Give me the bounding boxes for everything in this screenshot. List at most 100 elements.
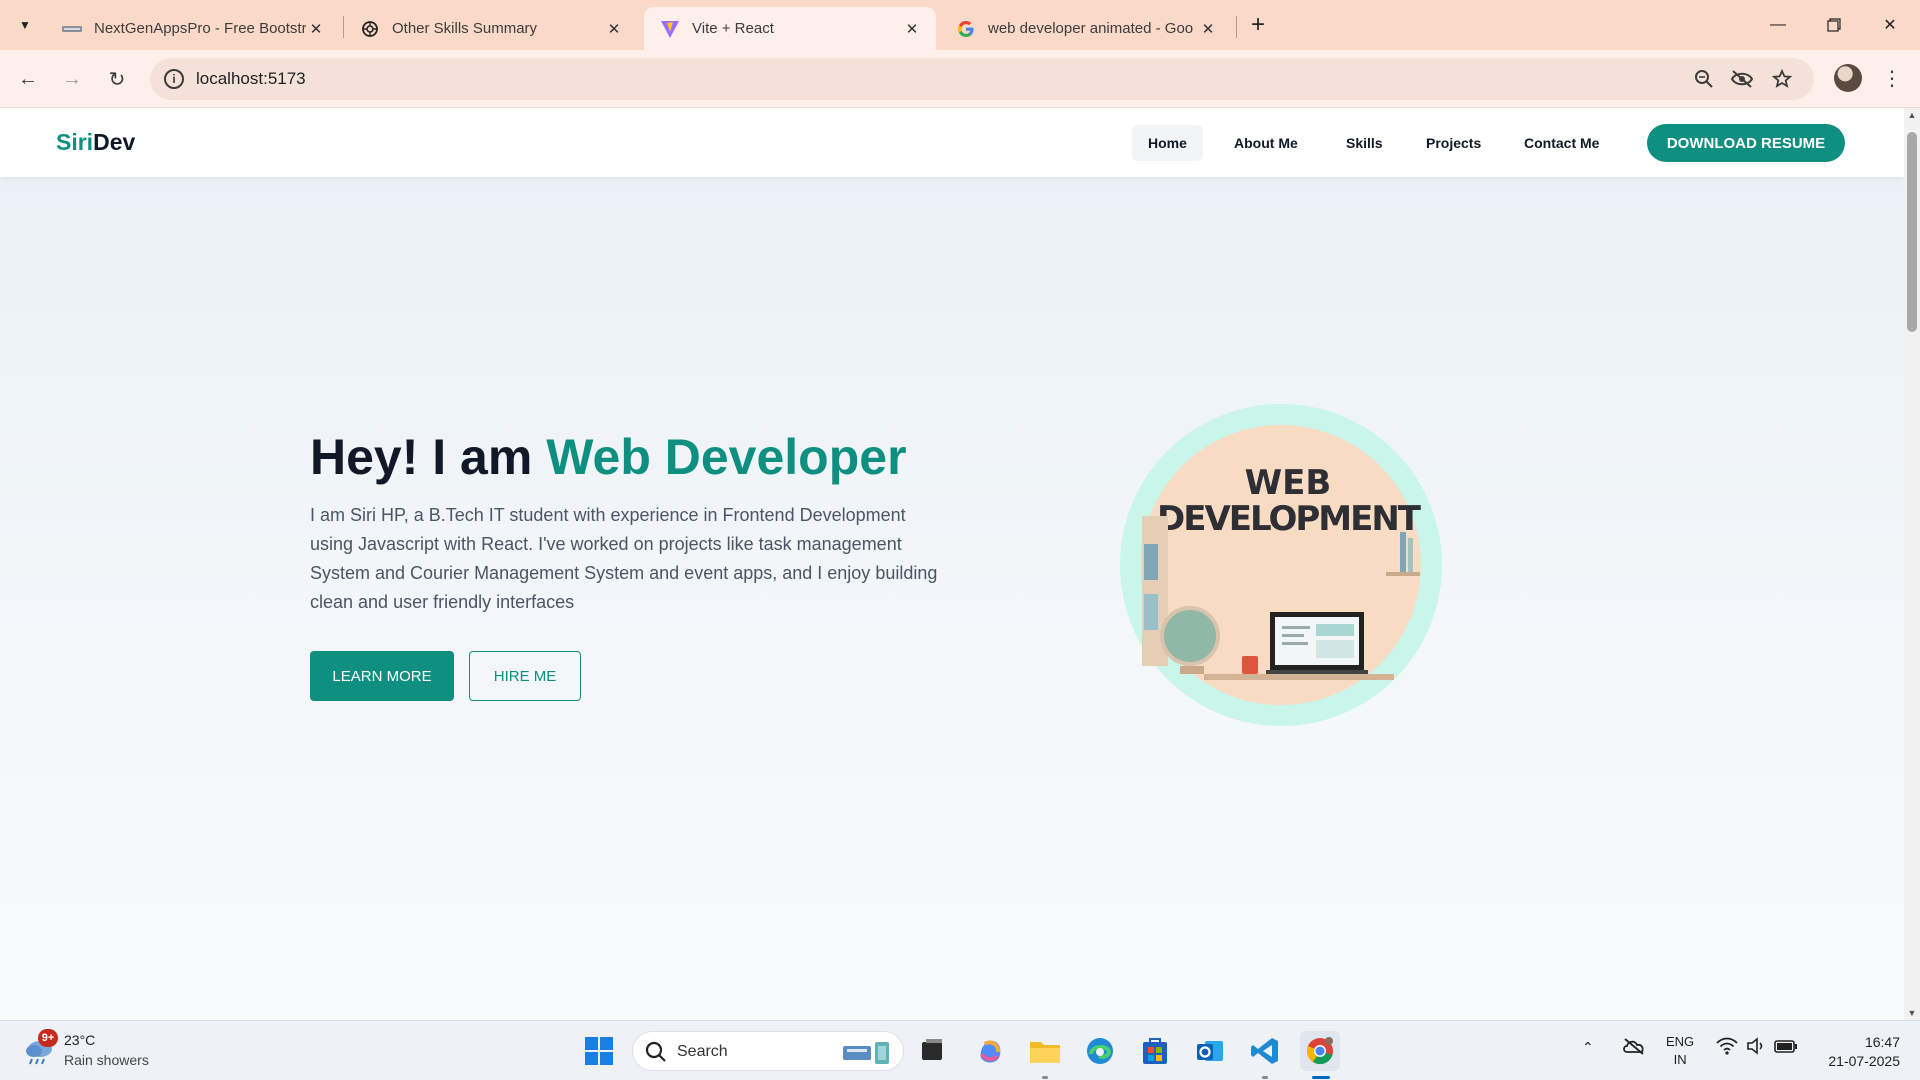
running-indicator (1042, 1076, 1048, 1079)
battery-button[interactable] (1774, 1037, 1798, 1058)
region-code: IN (1673, 1052, 1687, 1067)
learn-more-button[interactable]: LEARN MORE (310, 651, 454, 701)
browser-tab-bar: ▼ NextGenAppsPro - Free Bootstr ✕ Other … (0, 0, 1920, 50)
minimize-button[interactable]: — (1750, 0, 1806, 50)
illustration-text-development: DEVELOPMENT (1157, 499, 1422, 539)
hero-title-accent: Web Developer (546, 429, 907, 485)
nav-home[interactable]: Home (1132, 125, 1203, 161)
minimize-icon: — (1770, 16, 1786, 33)
download-resume-button[interactable]: DOWNLOAD RESUME (1647, 124, 1845, 162)
book (1144, 544, 1158, 580)
windows-logo-icon (585, 1037, 613, 1065)
more-vertical-icon: ⋮ (1882, 67, 1902, 90)
book (1144, 594, 1158, 630)
browser-tab-vite-react[interactable]: Vite + React ✕ (644, 7, 936, 50)
taskbar-search-box[interactable]: Search (632, 1031, 904, 1071)
battery-charging-icon (1774, 1040, 1797, 1053)
search-label: Search (677, 1043, 728, 1060)
wifi-button[interactable] (1716, 1037, 1738, 1058)
nav-contact-me[interactable]: Contact Me (1508, 125, 1615, 161)
illustration-text-web: WEB (1245, 463, 1332, 503)
tab-search-button[interactable]: ▼ (10, 10, 40, 40)
copilot-icon (980, 1040, 1001, 1063)
close-tab-icon[interactable]: ✕ (1198, 19, 1218, 39)
browser-toolbar: ← → ↻ i localhost:5173 ⋮ (0, 50, 1920, 108)
chevron-up-icon: ⌃ (1582, 1039, 1594, 1055)
site-logo[interactable]: SiriDev (56, 129, 135, 156)
scroll-up-icon[interactable]: ▲ (1907, 110, 1917, 120)
windows-taskbar: 9+ 23°C Rain showers Search ⌃ ENG IN 16:… (0, 1020, 1920, 1080)
forward-button[interactable]: → (56, 63, 88, 95)
volume-button[interactable] (1746, 1037, 1766, 1058)
cloud-off-icon (1623, 1038, 1644, 1055)
taskbar-clock[interactable]: 16:47 21-07-2025 (1818, 1033, 1900, 1071)
close-tab-icon[interactable]: ✕ (604, 19, 624, 39)
show-hidden-icons-button[interactable]: ⌃ (1582, 1039, 1594, 1056)
hero-title-prefix: Hey! I am (310, 429, 547, 485)
folder-icon (1030, 1042, 1060, 1063)
bookmark-star-icon[interactable] (1770, 67, 1794, 91)
arrow-right-icon: → (62, 67, 82, 90)
weather-badge: 9+ (38, 1029, 58, 1047)
task-view-button[interactable] (912, 1031, 952, 1071)
reload-button[interactable]: ↻ (101, 63, 133, 95)
nextgen-favicon-icon (62, 19, 82, 39)
outlook-button[interactable] (1190, 1031, 1230, 1071)
running-indicator (1262, 1076, 1268, 1079)
scroll-down-icon[interactable]: ▼ (1907, 1008, 1917, 1018)
browser-menu-button[interactable]: ⋮ (1878, 64, 1906, 92)
site-info-icon[interactable]: i (164, 69, 184, 89)
tab-title: Vite + React (692, 20, 774, 37)
close-tab-icon[interactable]: ✕ (306, 19, 326, 39)
wifi-icon (1716, 1037, 1738, 1055)
restore-button[interactable] (1806, 0, 1862, 50)
vscode-button[interactable] (1245, 1031, 1285, 1071)
back-button[interactable]: ← (12, 63, 44, 95)
scrollbar-thumb[interactable] (1907, 132, 1917, 332)
outlook-icon (1197, 1041, 1223, 1061)
close-window-button[interactable]: ✕ (1862, 0, 1918, 50)
restore-icon (1827, 18, 1841, 32)
close-tab-icon[interactable]: ✕ (902, 19, 922, 39)
eye-off-icon[interactable] (1730, 67, 1754, 91)
weather-temperature[interactable]: 23°C (64, 1032, 95, 1048)
onedrive-button[interactable] (1622, 1037, 1646, 1058)
chevron-down-icon: ▼ (19, 18, 31, 32)
tab-separator (1236, 16, 1237, 38)
page-scrollbar[interactable]: ▲ ▼ (1904, 108, 1920, 1020)
hire-me-button[interactable]: HIRE ME (469, 651, 581, 701)
copilot-button[interactable] (970, 1031, 1010, 1071)
url-text[interactable]: localhost:5173 (196, 69, 306, 89)
input-language-indicator[interactable]: ENG IN (1666, 1033, 1694, 1069)
tab-title: NextGenAppsPro - Free Bootstr (94, 20, 306, 37)
browser-tab-google-search[interactable]: web developer animated - Goo ✕ (940, 7, 1232, 50)
weather-description[interactable]: Rain showers (64, 1052, 149, 1068)
browser-tab-other-skills[interactable]: Other Skills Summary ✕ (344, 7, 638, 50)
coffee-mug (1242, 656, 1258, 674)
edge-icon (1087, 1038, 1113, 1064)
clock-date: 21-07-2025 (1828, 1053, 1900, 1069)
nav-about-me[interactable]: About Me (1218, 125, 1314, 161)
language-code: ENG (1666, 1034, 1695, 1049)
edge-button[interactable] (1080, 1031, 1120, 1071)
nav-projects[interactable]: Projects (1410, 125, 1497, 161)
address-bar[interactable]: i localhost:5173 (150, 58, 1814, 100)
book (1408, 538, 1413, 572)
browser-tab-nextgenappspro[interactable]: NextGenAppsPro - Free Bootstr ✕ (46, 7, 340, 50)
tab-title: Other Skills Summary (392, 20, 538, 37)
zoom-icon[interactable] (1692, 67, 1716, 91)
vite-favicon-icon (660, 19, 680, 39)
start-button[interactable] (579, 1031, 619, 1071)
nav-skills[interactable]: Skills (1330, 125, 1399, 161)
hero-title: Hey! I am Web Developer (310, 428, 907, 486)
new-tab-button[interactable]: + (1244, 11, 1272, 39)
store-icon (1143, 1038, 1167, 1064)
arrow-left-icon: ← (18, 67, 38, 90)
microsoft-store-button[interactable] (1135, 1031, 1175, 1071)
speaker-icon (1747, 1037, 1763, 1055)
search-highlight-icon (843, 1042, 889, 1064)
profile-avatar[interactable] (1834, 64, 1862, 92)
search-icon (645, 1041, 666, 1062)
chrome-button[interactable] (1300, 1031, 1340, 1071)
file-explorer-button[interactable] (1025, 1031, 1065, 1071)
